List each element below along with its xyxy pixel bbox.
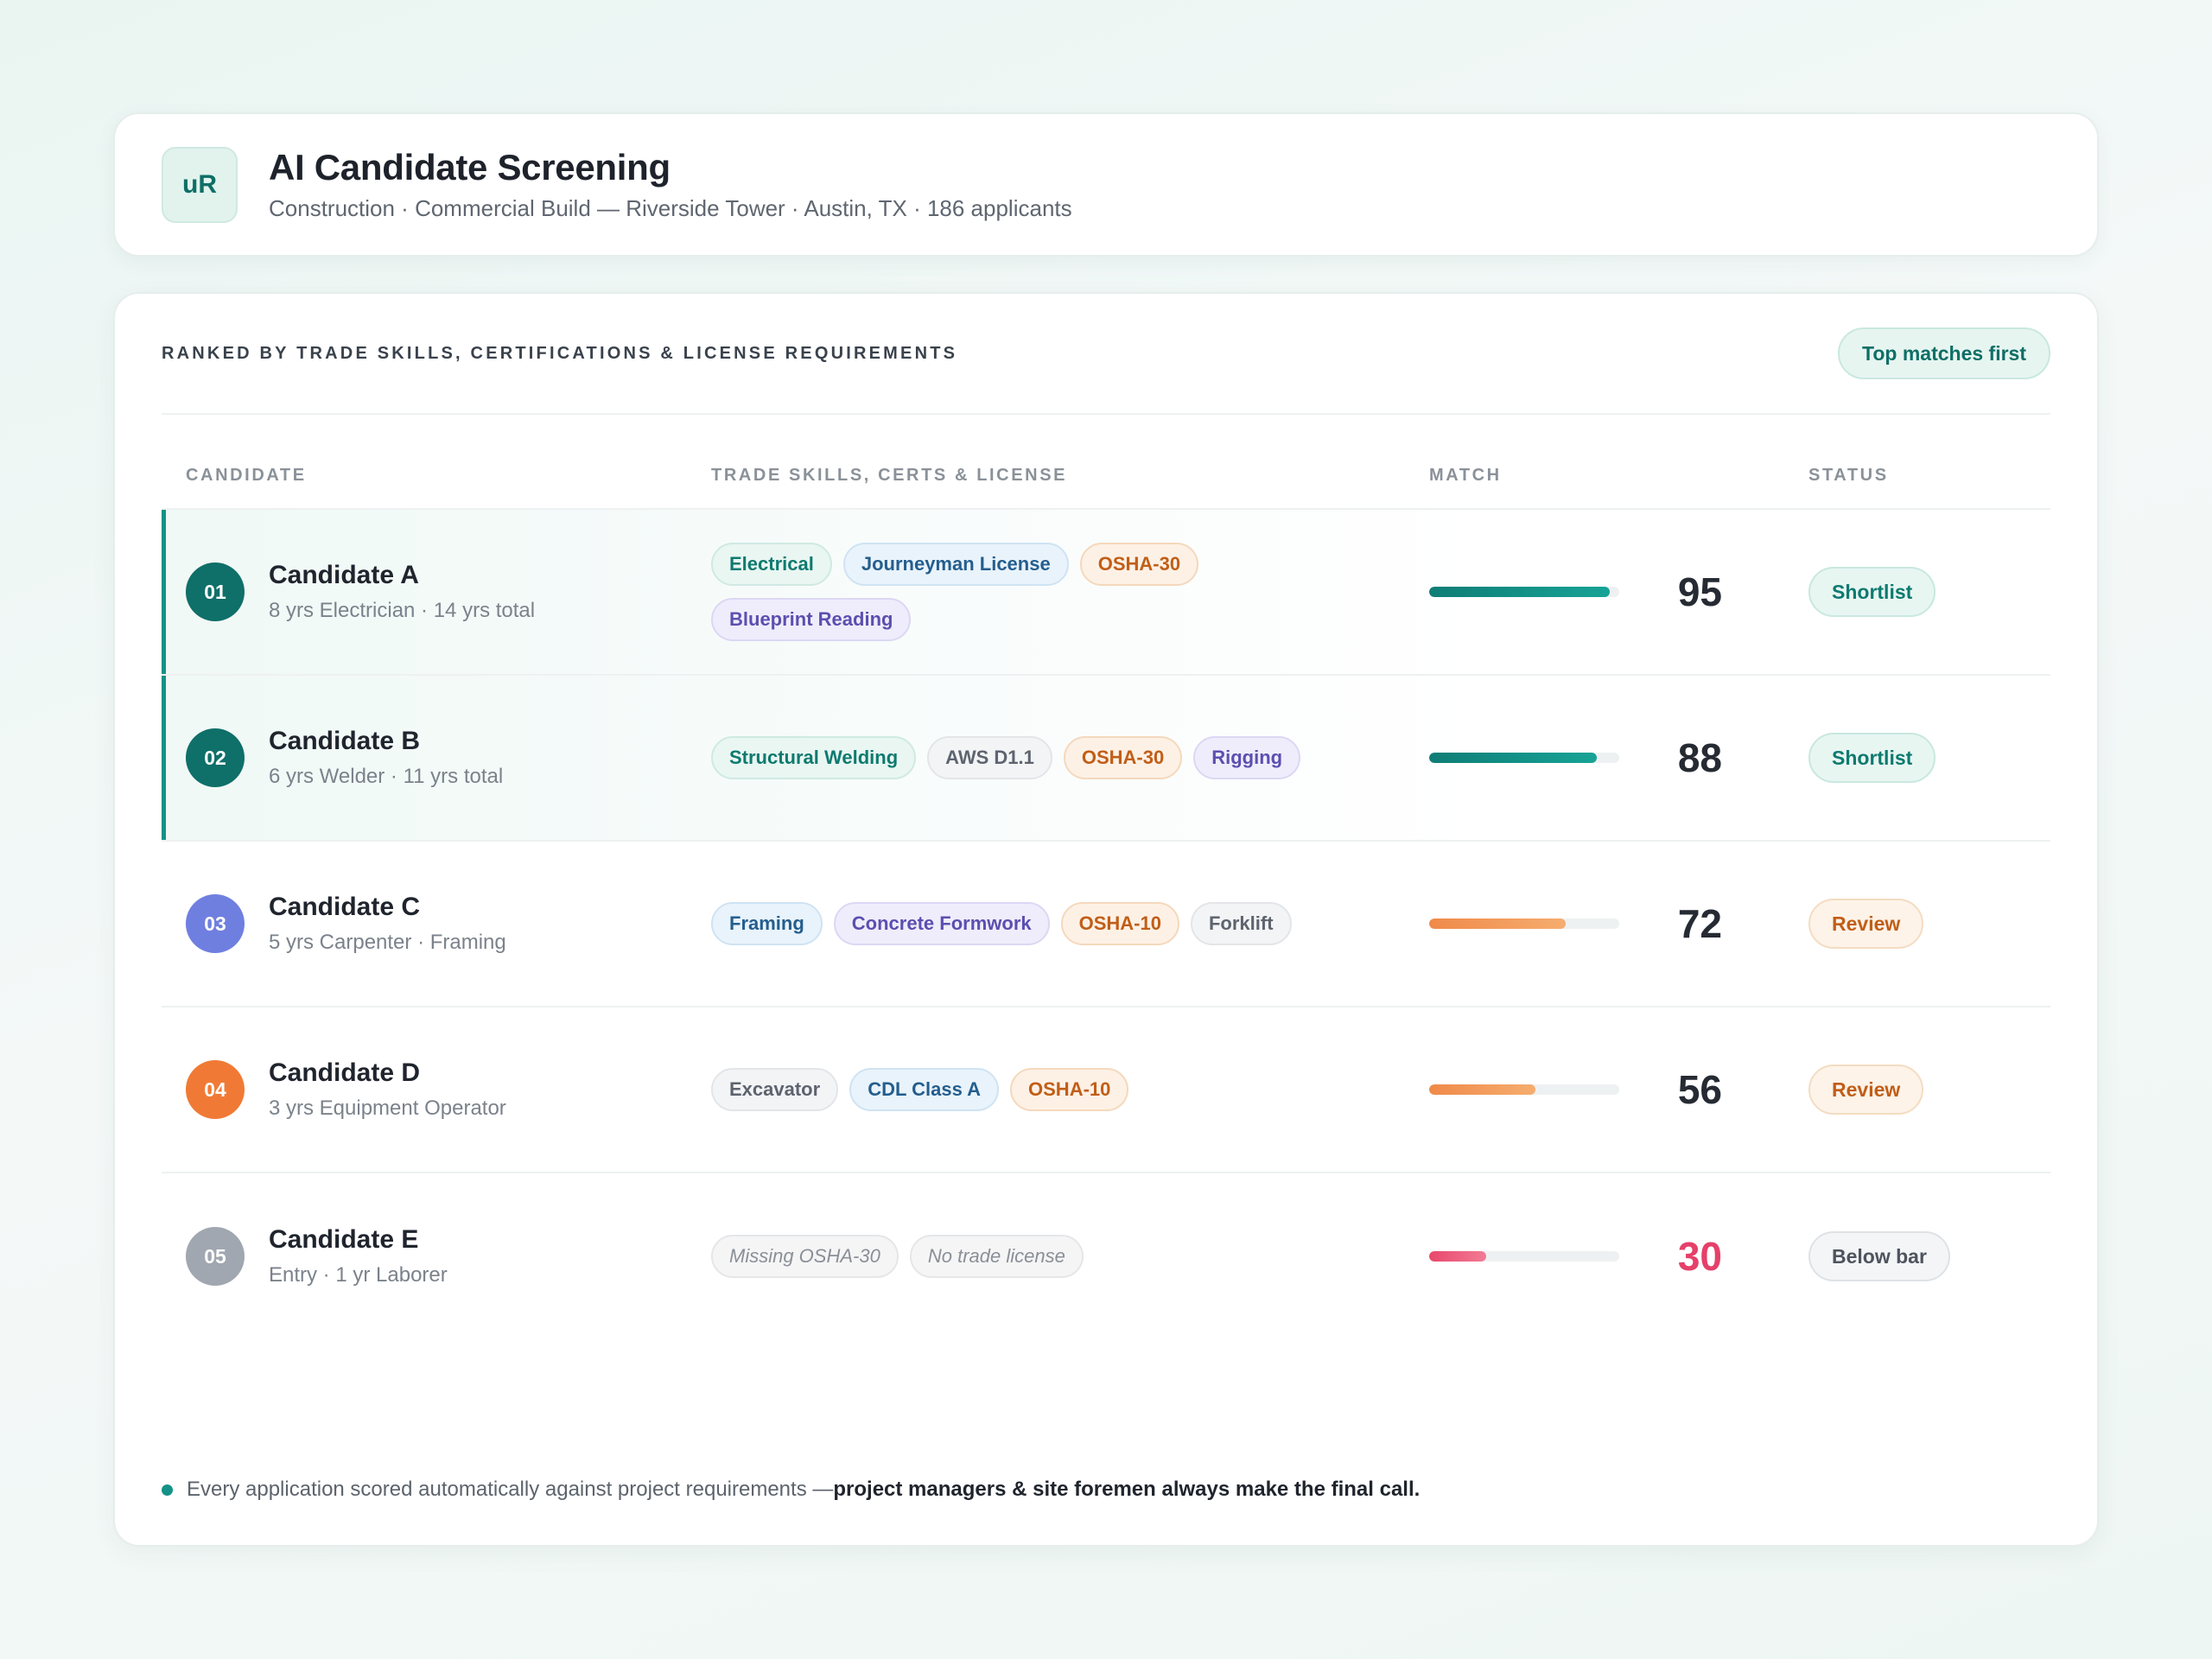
skill-tag: Electrical [711,543,832,586]
table-row[interactable]: 01 Candidate A 8 yrs Electrician · 14 yrs … [162,510,2050,676]
candidate-experience: 5 yrs Carpenter · Framing [269,931,506,954]
candidate-name[interactable]: Candidate E [269,1225,448,1255]
table-row[interactable]: 05 Candidate E Entry · 1 yr Laborer Missing… [162,1173,2050,1339]
candidate-table: 01 Candidate A 8 yrs Electrician · 14 yrs … [162,510,2050,1339]
status-dot-icon [162,1484,173,1496]
skill-tag: Structural Welding [711,736,917,779]
skill-tag: CDL Class A [849,1068,1000,1111]
column-header-status[interactable]: STATUS [1808,458,1889,493]
column-header-skills[interactable]: TRADE SKILLS, CERTS & LICENSE [711,458,1067,493]
match-bar [1429,753,1619,763]
skill-tag: Forklift [1190,902,1292,945]
skill-tags: Excavator CDL Class A OSHA-10 [711,1068,1333,1111]
candidate-info: Candidate B 6 yrs Welder · 11 yrs total [269,727,503,789]
page-subtitle: Construction · Commercial Build — Rivers… [269,195,1072,221]
status-badge[interactable]: Shortlist [1808,733,1936,783]
rank-badge: 01 [186,563,245,621]
match-bar-fill [1429,1251,1486,1262]
ranking-panel: RANKED BY TRADE SKILLS, CERTIFICATIONS &… [113,292,2099,1547]
candidate-name[interactable]: Candidate D [269,1058,506,1088]
rank-badge: 05 [186,1227,245,1286]
match-bar [1429,1084,1619,1095]
footnote-text: Every application scored automatically a… [187,1478,834,1501]
match-bar [1429,1251,1619,1262]
candidate-info: Candidate D 3 yrs Equipment Operator [269,1058,506,1121]
match-bar-fill [1429,1084,1536,1095]
skill-tags: Structural Welding AWS D1.1 OSHA-30 Rigging [711,736,1333,779]
skill-tag: Rigging [1193,736,1301,779]
page-title: AI Candidate Screening [269,147,671,188]
panel-header: RANKED BY TRADE SKILLS, CERTIFICATIONS &… [162,294,2050,415]
match-score: 72 [1677,901,1722,946]
candidate-name[interactable]: Candidate B [269,727,503,756]
candidate-experience: 3 yrs Equipment Operator [269,1096,506,1120]
match-score: 30 [1677,1234,1722,1279]
candidate-info: Candidate E Entry · 1 yr Laborer [269,1225,448,1287]
match-bar [1429,587,1619,597]
match-score: 88 [1677,735,1722,780]
column-header-match[interactable]: MATCH [1429,458,1502,493]
skill-tag: AWS D1.1 [927,736,1052,779]
header-card: uR AI Candidate Screening Construction ·… [113,112,2099,257]
candidate-experience: Entry · 1 yr Laborer [269,1263,448,1287]
table-row[interactable]: 04 Candidate D 3 yrs Equipment Operator Exc… [162,1007,2050,1173]
match-score: 56 [1677,1067,1722,1112]
rank-badge: 04 [186,1060,245,1119]
candidate-info: Candidate C 5 yrs Carpenter · Framing [269,893,506,955]
table-row[interactable]: 02 Candidate B 6 yrs Welder · 11 yrs total… [162,676,2050,842]
candidate-name[interactable]: Candidate A [269,561,535,590]
skill-tag: OSHA-10 [1060,902,1179,945]
candidate-experience: 8 yrs Electrician · 14 yrs total [269,599,536,622]
match-bar-fill [1429,918,1567,929]
header-text: AI Candidate Screening Construction · Co… [269,147,1072,222]
skill-tag: Framing [711,902,823,945]
rank-badge: 03 [186,894,245,953]
skill-tag: Excavator [711,1068,839,1111]
skill-tags: Framing Concrete Formwork OSHA-10 Forklift [711,902,1333,945]
rank-badge: 02 [186,728,245,787]
skill-tag: Concrete Formwork [833,902,1050,945]
candidate-experience: 6 yrs Welder · 11 yrs total [269,765,504,788]
match-score: 95 [1677,569,1722,614]
app-logo: uR [162,146,238,223]
status-badge[interactable]: Below bar [1808,1231,1950,1281]
sort-toggle-button[interactable]: Top matches first [1838,327,2050,379]
skill-tag: OSHA-30 [1063,736,1183,779]
skill-tag: Blueprint Reading [711,598,912,641]
match-bar-fill [1429,753,1597,763]
footnote-emphasis: project managers & site foremen always m… [833,1478,1421,1501]
status-badge[interactable]: Shortlist [1808,567,1936,617]
skill-tag: OSHA-10 [1010,1068,1129,1111]
missing-requirement-tag: Missing OSHA-30 [711,1235,899,1278]
skill-tags: Electrical Journeyman License OSHA-30 Bluep… [711,543,1333,641]
column-header-candidate[interactable]: CANDIDATE [186,458,307,493]
missing-requirement-tag: No trade license [909,1235,1084,1278]
skill-tag: Journeyman License [842,543,1069,586]
footnote: Every application scored automatically a… [162,1478,1420,1502]
section-title: RANKED BY TRADE SKILLS, CERTIFICATIONS &… [162,343,958,363]
status-badge[interactable]: Review [1808,899,1924,949]
status-badge[interactable]: Review [1808,1065,1924,1115]
candidate-name[interactable]: Candidate C [269,893,506,922]
skill-tags: Missing OSHA-30 No trade license [711,1235,1333,1278]
match-bar-fill [1429,587,1610,597]
skill-tag: OSHA-30 [1079,543,1199,586]
table-row[interactable]: 03 Candidate C 5 yrs Carpenter · Framing Fr… [162,842,2050,1007]
candidate-info: Candidate A 8 yrs Electrician · 14 yrs to… [269,561,535,623]
match-bar [1429,918,1619,929]
